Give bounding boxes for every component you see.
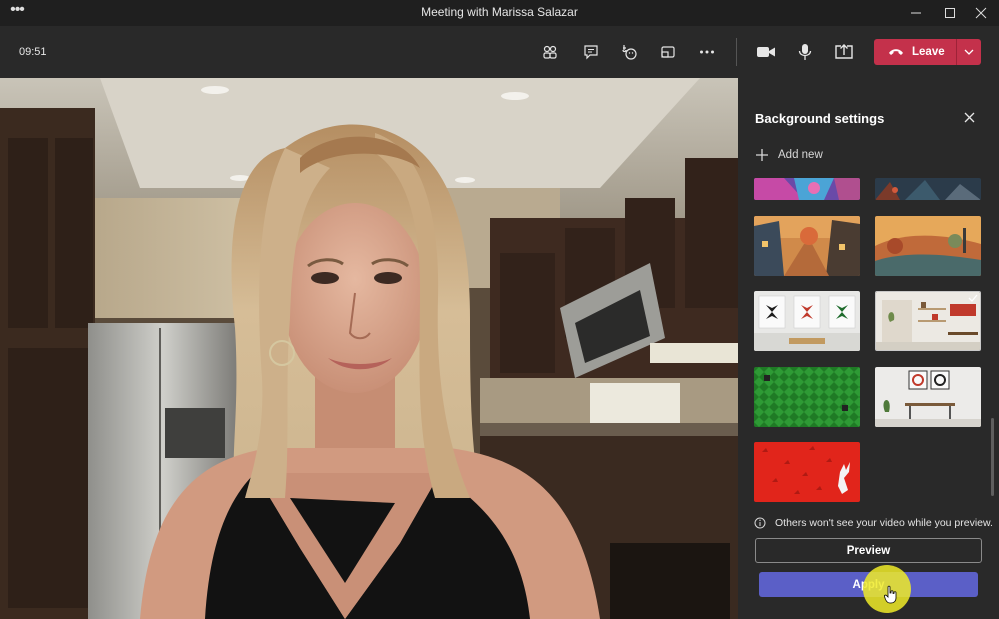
preview-notice: Others won't see your video while you pr… <box>754 517 993 529</box>
chat-icon <box>584 45 598 60</box>
share-screen-button[interactable] <box>830 38 858 66</box>
camera-icon <box>757 47 775 57</box>
panel-scrollbar[interactable] <box>991 418 994 496</box>
preview-notice-text: Others won't see your video while you pr… <box>775 517 993 529</box>
info-icon <box>754 517 766 529</box>
leave-button[interactable]: Leave <box>874 39 981 65</box>
video-feed-image <box>0 78 738 619</box>
minimize-icon <box>911 12 921 14</box>
background-settings-panel: Background settings Add new Others won't… <box>738 78 999 619</box>
share-icon <box>835 44 853 59</box>
background-thumbnail-framed-art-office[interactable] <box>875 367 981 427</box>
hand-cursor-icon <box>884 585 897 604</box>
plus-icon <box>756 149 768 161</box>
toolbar-divider <box>736 38 737 66</box>
background-thumbnail-red-reindeer-pattern[interactable] <box>754 442 860 502</box>
background-thumbnail-autumn-landscape[interactable] <box>875 216 981 276</box>
reactions-button[interactable] <box>615 38 643 66</box>
react-icon <box>622 45 637 60</box>
background-thumbnail-green-pattern[interactable] <box>754 367 860 427</box>
background-thumbnail-colorful-abstract[interactable] <box>754 178 860 200</box>
background-thumbnail-fantasy-forest[interactable] <box>875 178 981 200</box>
camera-button[interactable] <box>752 38 780 66</box>
microphone-button[interactable] <box>791 38 819 66</box>
background-thumbnail-leaf-prints-wall[interactable] <box>754 291 860 351</box>
add-new-label: Add new <box>778 149 823 161</box>
close-panel-button[interactable] <box>960 108 978 126</box>
close-icon <box>975 7 987 19</box>
more-icon <box>700 50 714 54</box>
participants-button[interactable] <box>536 38 564 66</box>
add-new-button[interactable]: Add new <box>755 148 823 162</box>
meeting-toolbar: 09:51 Leave <box>0 26 999 78</box>
background-thumbnail-modern-office-shelves[interactable] <box>875 291 981 351</box>
preview-button[interactable]: Preview <box>755 538 982 563</box>
leave-main[interactable]: Leave <box>874 39 956 65</box>
background-thumbnail-autumn-village-street[interactable] <box>754 216 860 276</box>
more-actions-button[interactable] <box>693 38 721 66</box>
selected-check-icon <box>968 294 978 302</box>
title-bar: ••• Meeting with Marissa Salazar <box>0 0 999 26</box>
participant-video <box>0 78 738 619</box>
maximize-icon <box>945 8 955 18</box>
rooms-button[interactable] <box>654 38 682 66</box>
close-icon <box>964 112 974 122</box>
leave-label: Leave <box>912 46 945 58</box>
chat-button[interactable] <box>577 38 605 66</box>
chevron-down-icon <box>964 49 974 55</box>
hang-up-icon <box>889 49 903 55</box>
people-icon <box>543 45 557 59</box>
panel-title: Background settings <box>755 111 885 126</box>
minimize-button[interactable] <box>898 0 934 26</box>
leave-options-button[interactable] <box>957 39 981 65</box>
meeting-timer: 09:51 <box>19 46 47 58</box>
close-window-button[interactable] <box>963 0 999 26</box>
mic-icon <box>798 44 812 60</box>
window-title: Meeting with Marissa Salazar <box>421 5 578 19</box>
rooms-icon <box>661 46 675 58</box>
